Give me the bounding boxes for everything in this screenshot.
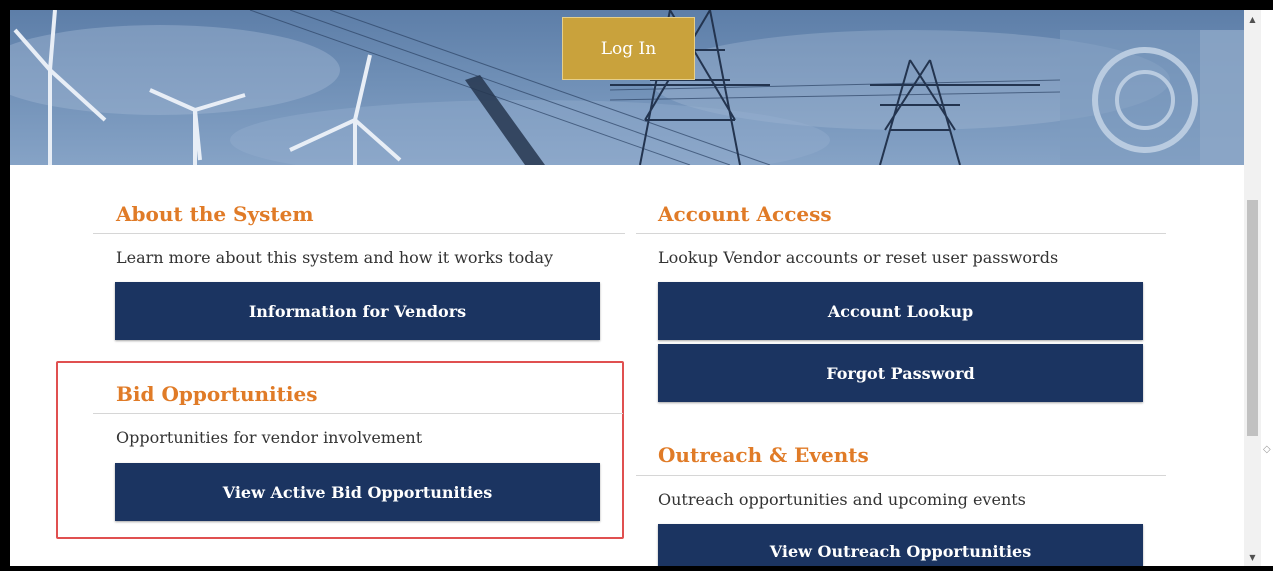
outreach-section-title: Outreach & Events [658,443,869,467]
login-button[interactable]: Log In [562,17,695,80]
bids-divider [93,413,623,414]
scrollbar-thumb[interactable] [1247,200,1258,436]
about-section-title: About the System [116,202,314,226]
outreach-description: Outreach opportunities and upcoming even… [658,490,1026,509]
account-divider [636,233,1166,234]
collapse-handle-icon[interactable]: ◇ [1263,444,1271,455]
account-description: Lookup Vendor accounts or reset user pas… [658,248,1059,267]
account-lookup-button[interactable]: Account Lookup [658,282,1143,340]
information-for-vendors-button[interactable]: Information for Vendors [115,282,600,340]
view-active-bid-opportunities-button[interactable]: View Active Bid Opportunities [115,463,600,521]
bids-description: Opportunities for vendor involvement [116,428,423,447]
about-description: Learn more about this system and how it … [116,248,554,267]
page-viewport: Log In About the System Learn more about… [10,10,1244,566]
view-outreach-opportunities-button[interactable]: View Outreach Opportunities [658,524,1143,566]
about-divider [93,233,625,234]
outreach-divider [636,475,1166,476]
account-section-title: Account Access [658,202,832,226]
hero-banner: Log In [10,10,1244,165]
right-margin [1261,10,1273,566]
scroll-up-arrow-icon[interactable]: ▲ [1244,12,1261,26]
bids-section-title: Bid Opportunities [116,382,318,406]
forgot-password-button[interactable]: Forgot Password [658,344,1143,402]
vertical-scrollbar[interactable]: ▲ ▼ [1244,10,1261,566]
scroll-down-arrow-icon[interactable]: ▼ [1244,550,1261,564]
